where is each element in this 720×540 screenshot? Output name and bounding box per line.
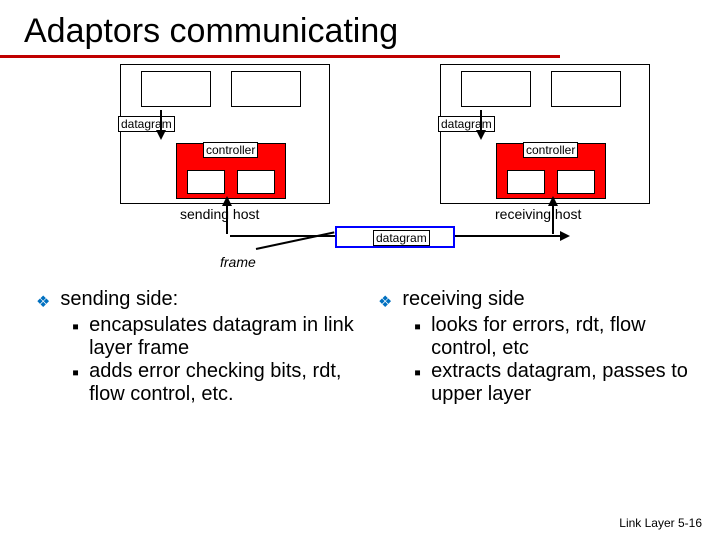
bullet-lvl2: ▪ looks for errors, rdt, flow control, e… bbox=[414, 314, 700, 360]
bullet-columns: ❖ sending side: ▪ encapsulates datagram … bbox=[0, 284, 720, 406]
bullet-lvl2: ▪ adds error checking bits, rdt, flow co… bbox=[72, 360, 358, 406]
bullet-lvl1: ❖ receiving side bbox=[378, 288, 700, 312]
bullet-text: looks for errors, rdt, flow control, etc bbox=[431, 314, 700, 360]
controller-box: controller bbox=[176, 143, 286, 199]
sending-host-label: sending host bbox=[180, 206, 259, 222]
controller-port bbox=[237, 170, 275, 194]
bullet-text: sending side: bbox=[60, 288, 178, 312]
link-line bbox=[455, 235, 560, 237]
arrow-down-icon bbox=[156, 130, 166, 140]
upper-layer-box bbox=[231, 71, 301, 107]
bullet-text: extracts datagram, passes to upper layer bbox=[431, 360, 700, 406]
arrow-up-icon bbox=[226, 206, 228, 234]
slide-footer: Link Layer 5-16 bbox=[619, 516, 702, 530]
datagram-label: datagram bbox=[438, 116, 495, 132]
upper-layer-box bbox=[141, 71, 211, 107]
diagram-area: controller datagram sending host control… bbox=[0, 64, 720, 284]
frame-datagram-label: datagram bbox=[373, 230, 430, 246]
upper-layer-box bbox=[461, 71, 531, 107]
arrow-up-icon bbox=[222, 196, 232, 206]
bullet-text: encapsulates datagram in link layer fram… bbox=[89, 314, 358, 360]
square-bullet-icon: ▪ bbox=[414, 316, 421, 360]
arrow-down-icon bbox=[160, 110, 162, 130]
slide-title: Adaptors communicating bbox=[0, 0, 560, 58]
bullet-lvl2: ▪ extracts datagram, passes to upper lay… bbox=[414, 360, 700, 406]
square-bullet-icon: ▪ bbox=[72, 316, 79, 360]
diamond-bullet-icon: ❖ bbox=[378, 292, 392, 312]
controller-label: controller bbox=[203, 142, 258, 158]
controller-label: controller bbox=[523, 142, 578, 158]
receiving-host-box: controller bbox=[440, 64, 650, 204]
left-column: ❖ sending side: ▪ encapsulates datagram … bbox=[36, 288, 358, 406]
sending-host-box: controller bbox=[120, 64, 330, 204]
receiving-host-label: receiving host bbox=[495, 206, 581, 222]
arrow-down-icon bbox=[476, 130, 486, 140]
bullet-text: receiving side bbox=[402, 288, 524, 312]
controller-port bbox=[557, 170, 595, 194]
frame-label: frame bbox=[220, 254, 256, 270]
datagram-label: datagram bbox=[118, 116, 175, 132]
bullet-lvl1: ❖ sending side: bbox=[36, 288, 358, 312]
arrow-up-icon bbox=[548, 196, 558, 206]
arrow-down-icon bbox=[480, 110, 482, 130]
diamond-bullet-icon: ❖ bbox=[36, 292, 50, 312]
arrow-right-icon bbox=[560, 231, 570, 241]
right-column: ❖ receiving side ▪ looks for errors, rdt… bbox=[378, 288, 700, 406]
upper-layer-box bbox=[551, 71, 621, 107]
frame-box: datagram bbox=[335, 226, 455, 248]
controller-box: controller bbox=[496, 143, 606, 199]
controller-port bbox=[507, 170, 545, 194]
square-bullet-icon: ▪ bbox=[72, 362, 79, 406]
bullet-lvl2: ▪ encapsulates datagram in link layer fr… bbox=[72, 314, 358, 360]
controller-port bbox=[187, 170, 225, 194]
arrow-up-icon bbox=[552, 206, 554, 234]
bullet-text: adds error checking bits, rdt, flow cont… bbox=[89, 360, 358, 406]
square-bullet-icon: ▪ bbox=[414, 362, 421, 406]
